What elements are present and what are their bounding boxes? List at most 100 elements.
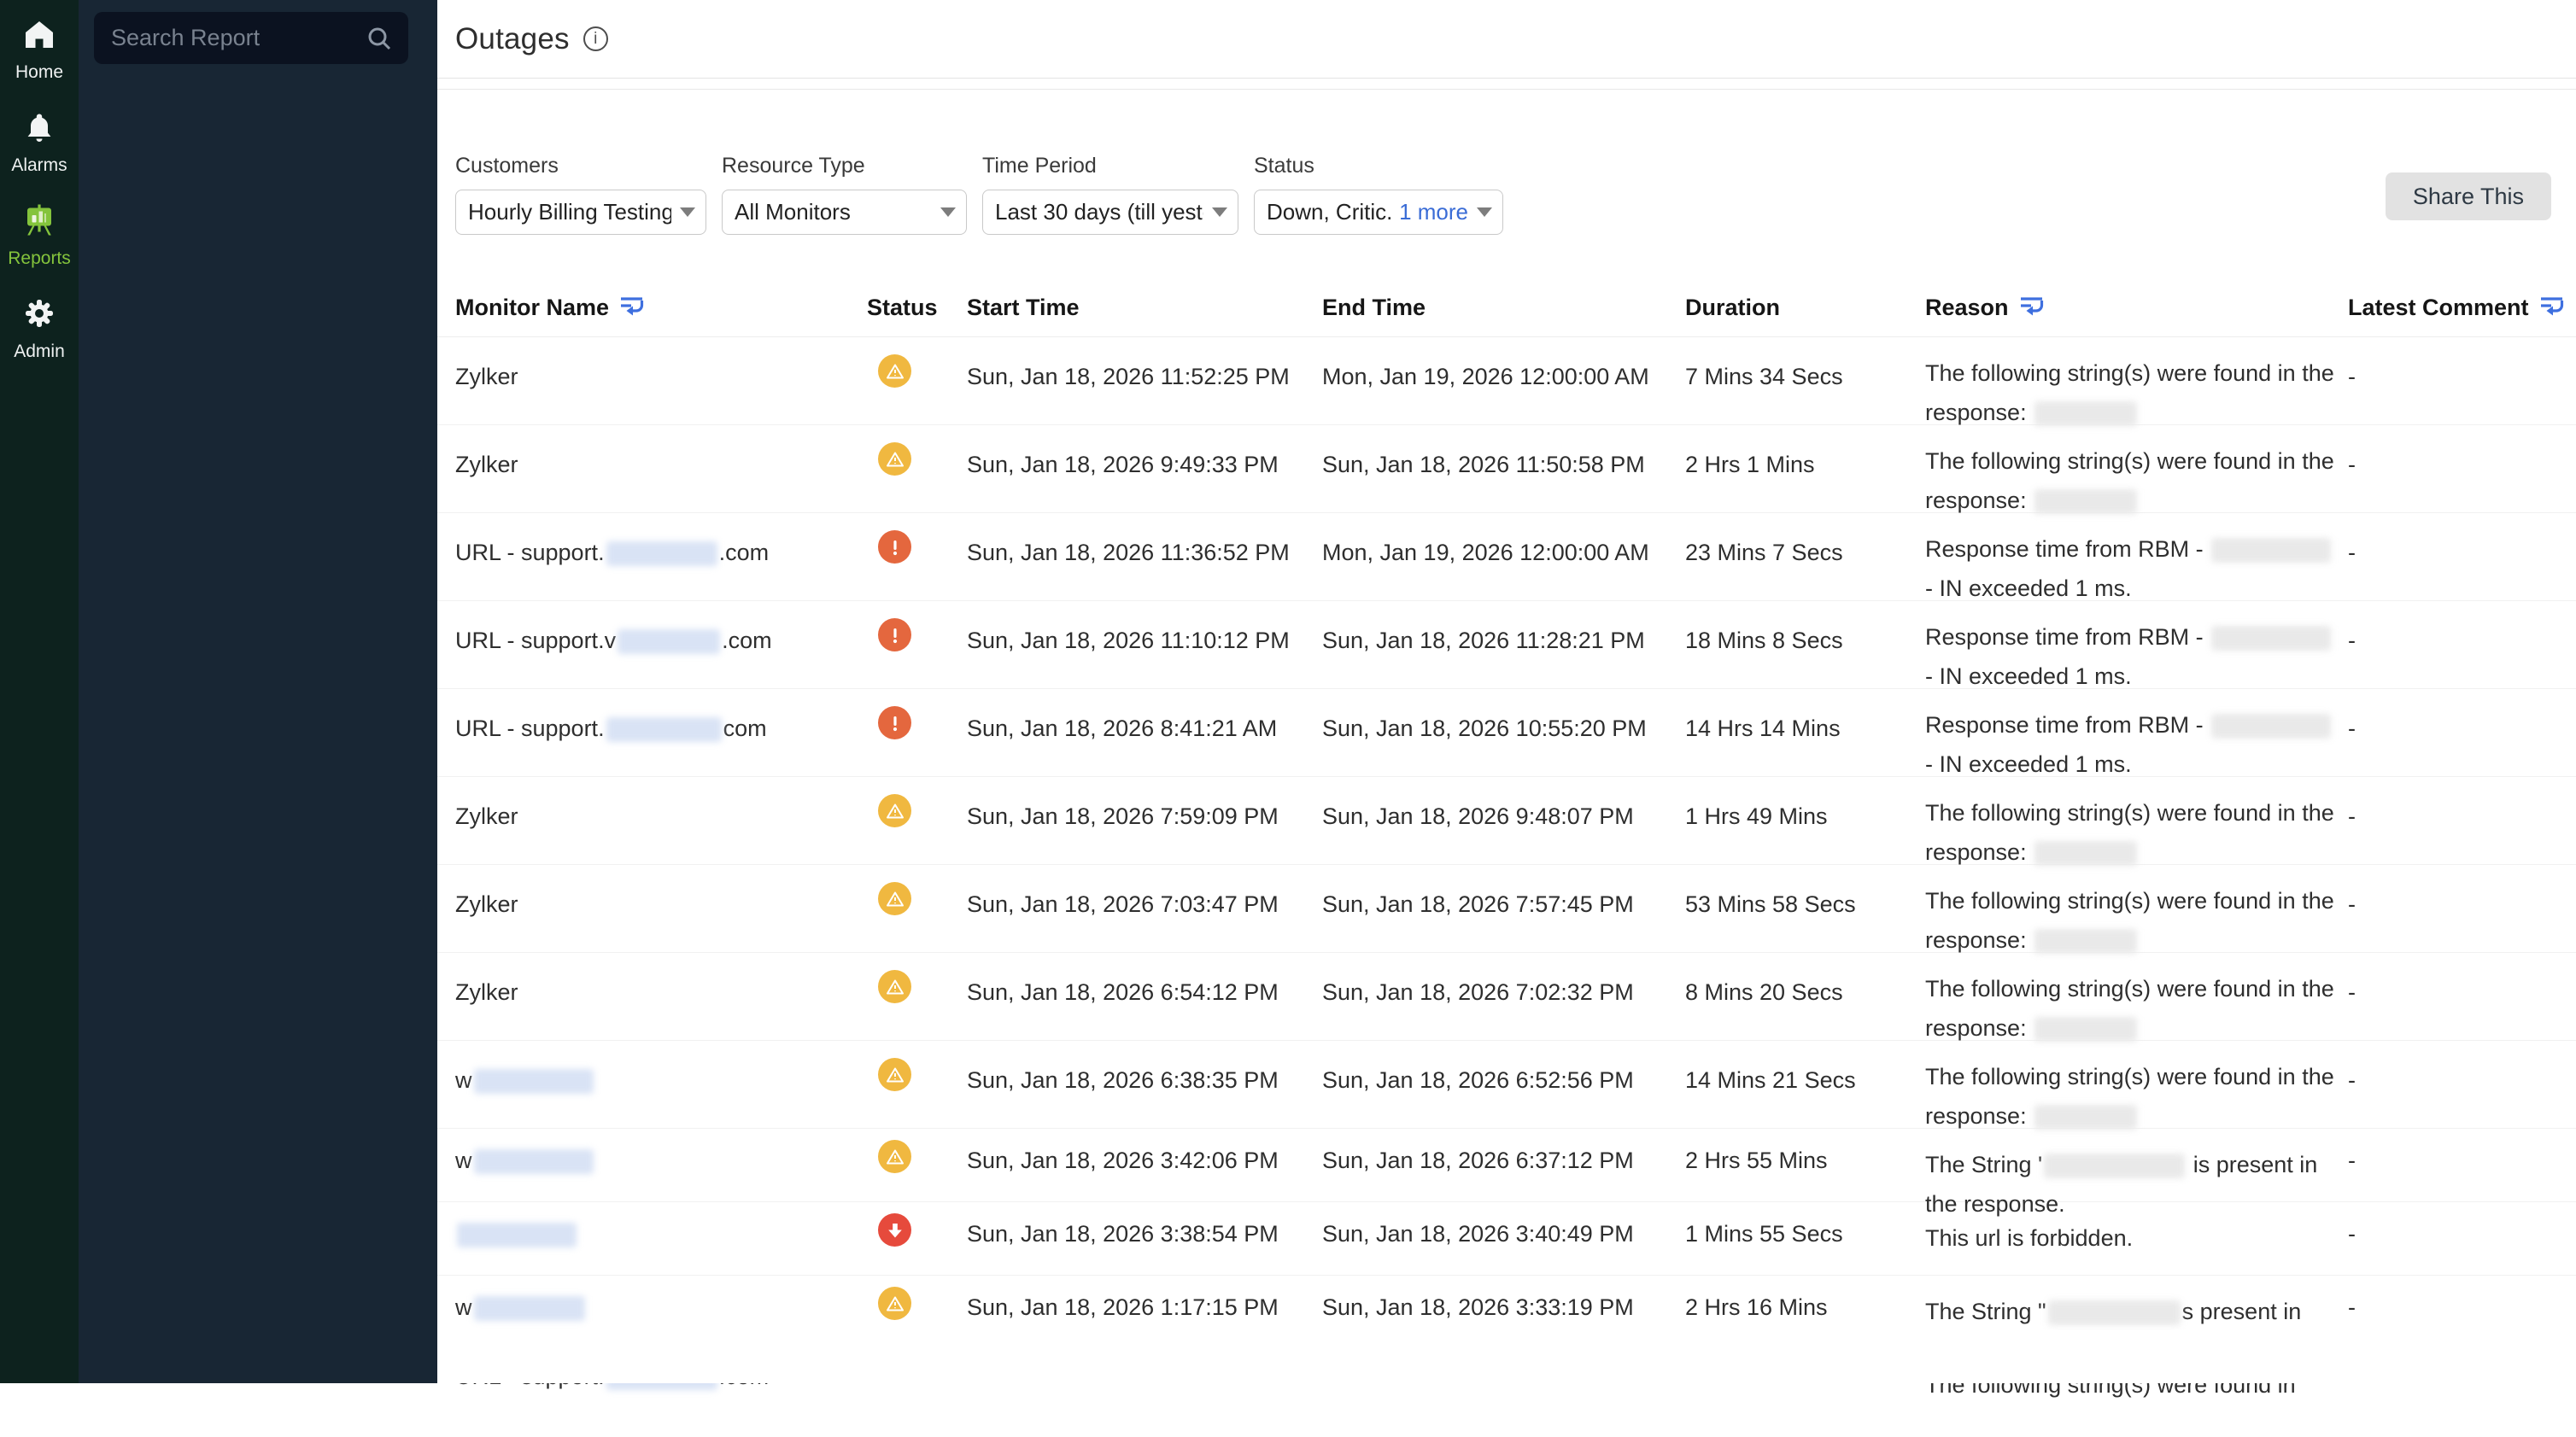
- latest-comment-cell: -: [2348, 777, 2576, 872]
- duration-cell: 8 Mins 20 Secs: [1685, 953, 1925, 1048]
- monitor-name-link[interactable]: w: [455, 1294, 472, 1320]
- reason-cell: The following string(s) were found in th…: [1925, 337, 2348, 432]
- monitor-name-link[interactable]: Zylker: [455, 979, 518, 1005]
- monitor-name-cell[interactable]: Zylker: [437, 953, 867, 1048]
- start-time-cell: Sun, Jan 18, 2026 11:10:12 PM: [967, 601, 1322, 696]
- report-search-box[interactable]: [94, 12, 408, 64]
- end-time-cell: Mon, Jan 19, 2026 12:00:00 AM: [1322, 513, 1685, 608]
- filter-group-resource-type: Resource TypeAll Monitors: [722, 154, 967, 235]
- critical-status-icon: [878, 882, 911, 915]
- redacted-text: [2034, 489, 2137, 514]
- critical-status-icon: [878, 794, 911, 827]
- duration-cell: 18 Mins 8 Secs: [1685, 601, 1925, 696]
- table-row: Zylker Sun, Jan 18, 2026 9:49:33 PM Sun,…: [437, 425, 2576, 513]
- filter-bar: Customers Hourly Billing Testing Resource …: [437, 90, 2576, 295]
- filter-select-time-period[interactable]: Last 30 days (till yesterday): [982, 190, 1238, 235]
- search-input[interactable]: [109, 24, 366, 52]
- chevron-down-icon: [680, 207, 695, 217]
- filter-value: Last 30 days (till yesterday): [995, 199, 1203, 225]
- more-statuses-link[interactable]: 1 more: [1399, 199, 1468, 225]
- table-row: URL - support.com Sun, Jan 18, 2026 8:41…: [437, 689, 2576, 777]
- monitor-name-link[interactable]: w: [455, 1148, 472, 1173]
- title-divider: [437, 79, 2576, 90]
- reason-text: The String ": [1925, 1299, 2046, 1324]
- reason-cell: This url is forbidden.: [1925, 1202, 2348, 1275]
- page-title: Outages: [455, 22, 570, 56]
- monitor-name-cell[interactable]: [437, 1202, 867, 1275]
- column-header-label: End Time: [1322, 295, 1426, 320]
- reason-cell: The following string(s) were found in th…: [1925, 953, 2348, 1048]
- filter-select-resource-type[interactable]: All Monitors: [722, 190, 967, 235]
- reason-text: This url is forbidden.: [1925, 1225, 2133, 1251]
- filter-select-status[interactable]: Down, Critic... 1 more: [1254, 190, 1503, 235]
- bell-icon: [22, 110, 56, 149]
- latest-comment-cell: -: [2348, 337, 2576, 432]
- duration-cell: 7 Mins 34 Secs: [1685, 337, 1925, 432]
- reason-cell: The following string(s) were found in th…: [1925, 865, 2348, 960]
- info-icon[interactable]: i: [583, 26, 608, 51]
- redacted-text: [618, 629, 720, 654]
- monitor-name-link[interactable]: Zylker: [455, 364, 518, 389]
- sidebar-item-alarms[interactable]: Alarms: [0, 110, 79, 176]
- latest-comment-cell: -: [2348, 425, 2576, 520]
- main-content: Outages i Customers Hourly Billing Testin…: [437, 0, 2576, 1383]
- monitor-name-cell[interactable]: URL - support.v .com: [437, 601, 867, 696]
- redacted-text: [474, 1069, 594, 1094]
- monitor-name-cell[interactable]: Zylker: [437, 865, 867, 960]
- reason-cell: The following string(s) were found in th…: [1925, 777, 2348, 872]
- monitor-name-cell[interactable]: Zylker: [437, 777, 867, 872]
- monitor-name-link[interactable]: .com: [722, 628, 772, 653]
- monitor-name-link[interactable]: w: [455, 1067, 472, 1093]
- monitor-name-link[interactable]: com: [723, 716, 767, 741]
- reason-text: - IN exceeded 1 ms.: [1925, 575, 2132, 601]
- monitor-name-link[interactable]: URL - support.: [455, 540, 605, 565]
- duration-cell: 53 Mins 58 Secs: [1685, 865, 1925, 960]
- redacted-text: [2034, 1105, 2137, 1130]
- sidebar-item-home[interactable]: Home: [0, 17, 79, 83]
- sidebar-item-reports[interactable]: Reports: [0, 203, 79, 269]
- monitor-name-cell[interactable]: Zylker: [437, 425, 867, 520]
- chevron-down-icon: [1212, 207, 1227, 217]
- filter-select-customers[interactable]: Hourly Billing Testing: [455, 190, 706, 235]
- status-cell: [867, 513, 967, 608]
- monitor-name-link[interactable]: .com: [719, 540, 770, 565]
- column-filter-icon[interactable]: [619, 295, 645, 324]
- column-header-end-time: End Time: [1322, 295, 1685, 324]
- duration-cell: 14 Hrs 14 Mins: [1685, 689, 1925, 784]
- end-time-cell: Sun, Jan 18, 2026 7:02:32 PM: [1322, 953, 1685, 1048]
- monitor-name-link[interactable]: Zylker: [455, 452, 518, 477]
- column-filter-icon[interactable]: [2019, 295, 2045, 324]
- monitor-name-cell[interactable]: URL - support. .com: [437, 513, 867, 608]
- latest-comment-cell: -: [2348, 601, 2576, 696]
- table-row: URL - support.v.com Sun, Jan 18, 2026 11…: [437, 601, 2576, 689]
- table-header-row: Monitor NameStatusStart TimeEnd TimeDura…: [437, 295, 2576, 337]
- redacted-text: [2044, 1154, 2185, 1178]
- monitor-name-link[interactable]: URL - support.v: [455, 628, 616, 653]
- latest-comment-cell: -: [2348, 1202, 2576, 1275]
- reason-text: The String ': [1925, 1152, 2042, 1177]
- end-time-cell: Sun, Jan 18, 2026 10:55:20 PM: [1322, 689, 1685, 784]
- monitor-name-cell[interactable]: w: [437, 1041, 867, 1136]
- latest-comment-cell: -: [2348, 1041, 2576, 1136]
- share-this-button[interactable]: Share This: [2386, 172, 2551, 220]
- table-row: w Sun, Jan 18, 2026 6:38:35 PM Sun, Jan …: [437, 1041, 2576, 1129]
- start-time-cell: Sun, Jan 18, 2026 3:38:54 PM: [967, 1202, 1322, 1275]
- column-filter-icon[interactable]: [2539, 295, 2565, 324]
- sidebar-item-admin[interactable]: Admin: [0, 296, 79, 362]
- start-time-cell: Sun, Jan 18, 2026 11:36:52 PM: [967, 513, 1322, 608]
- search-icon[interactable]: [366, 25, 393, 52]
- monitor-name-link[interactable]: Zylker: [455, 803, 518, 829]
- column-header-start-time: Start Time: [967, 295, 1322, 324]
- redacted-text: [474, 1296, 585, 1321]
- end-time-cell: Sun, Jan 18, 2026 3:40:49 PM: [1322, 1202, 1685, 1275]
- status-cell: [867, 1041, 967, 1136]
- monitor-name-cell[interactable]: URL - support. com: [437, 689, 867, 784]
- bottom-clip-mask: [437, 1330, 2576, 1383]
- monitor-name-cell[interactable]: Zylker: [437, 337, 867, 432]
- critical-status-icon: [878, 970, 911, 1003]
- filter-label: Customers: [455, 154, 706, 178]
- monitor-name-link[interactable]: Zylker: [455, 891, 518, 917]
- column-header-reason: Reason: [1925, 295, 2348, 324]
- filter-value: Down, Critic...: [1267, 199, 1392, 225]
- monitor-name-link[interactable]: URL - support.: [455, 716, 605, 741]
